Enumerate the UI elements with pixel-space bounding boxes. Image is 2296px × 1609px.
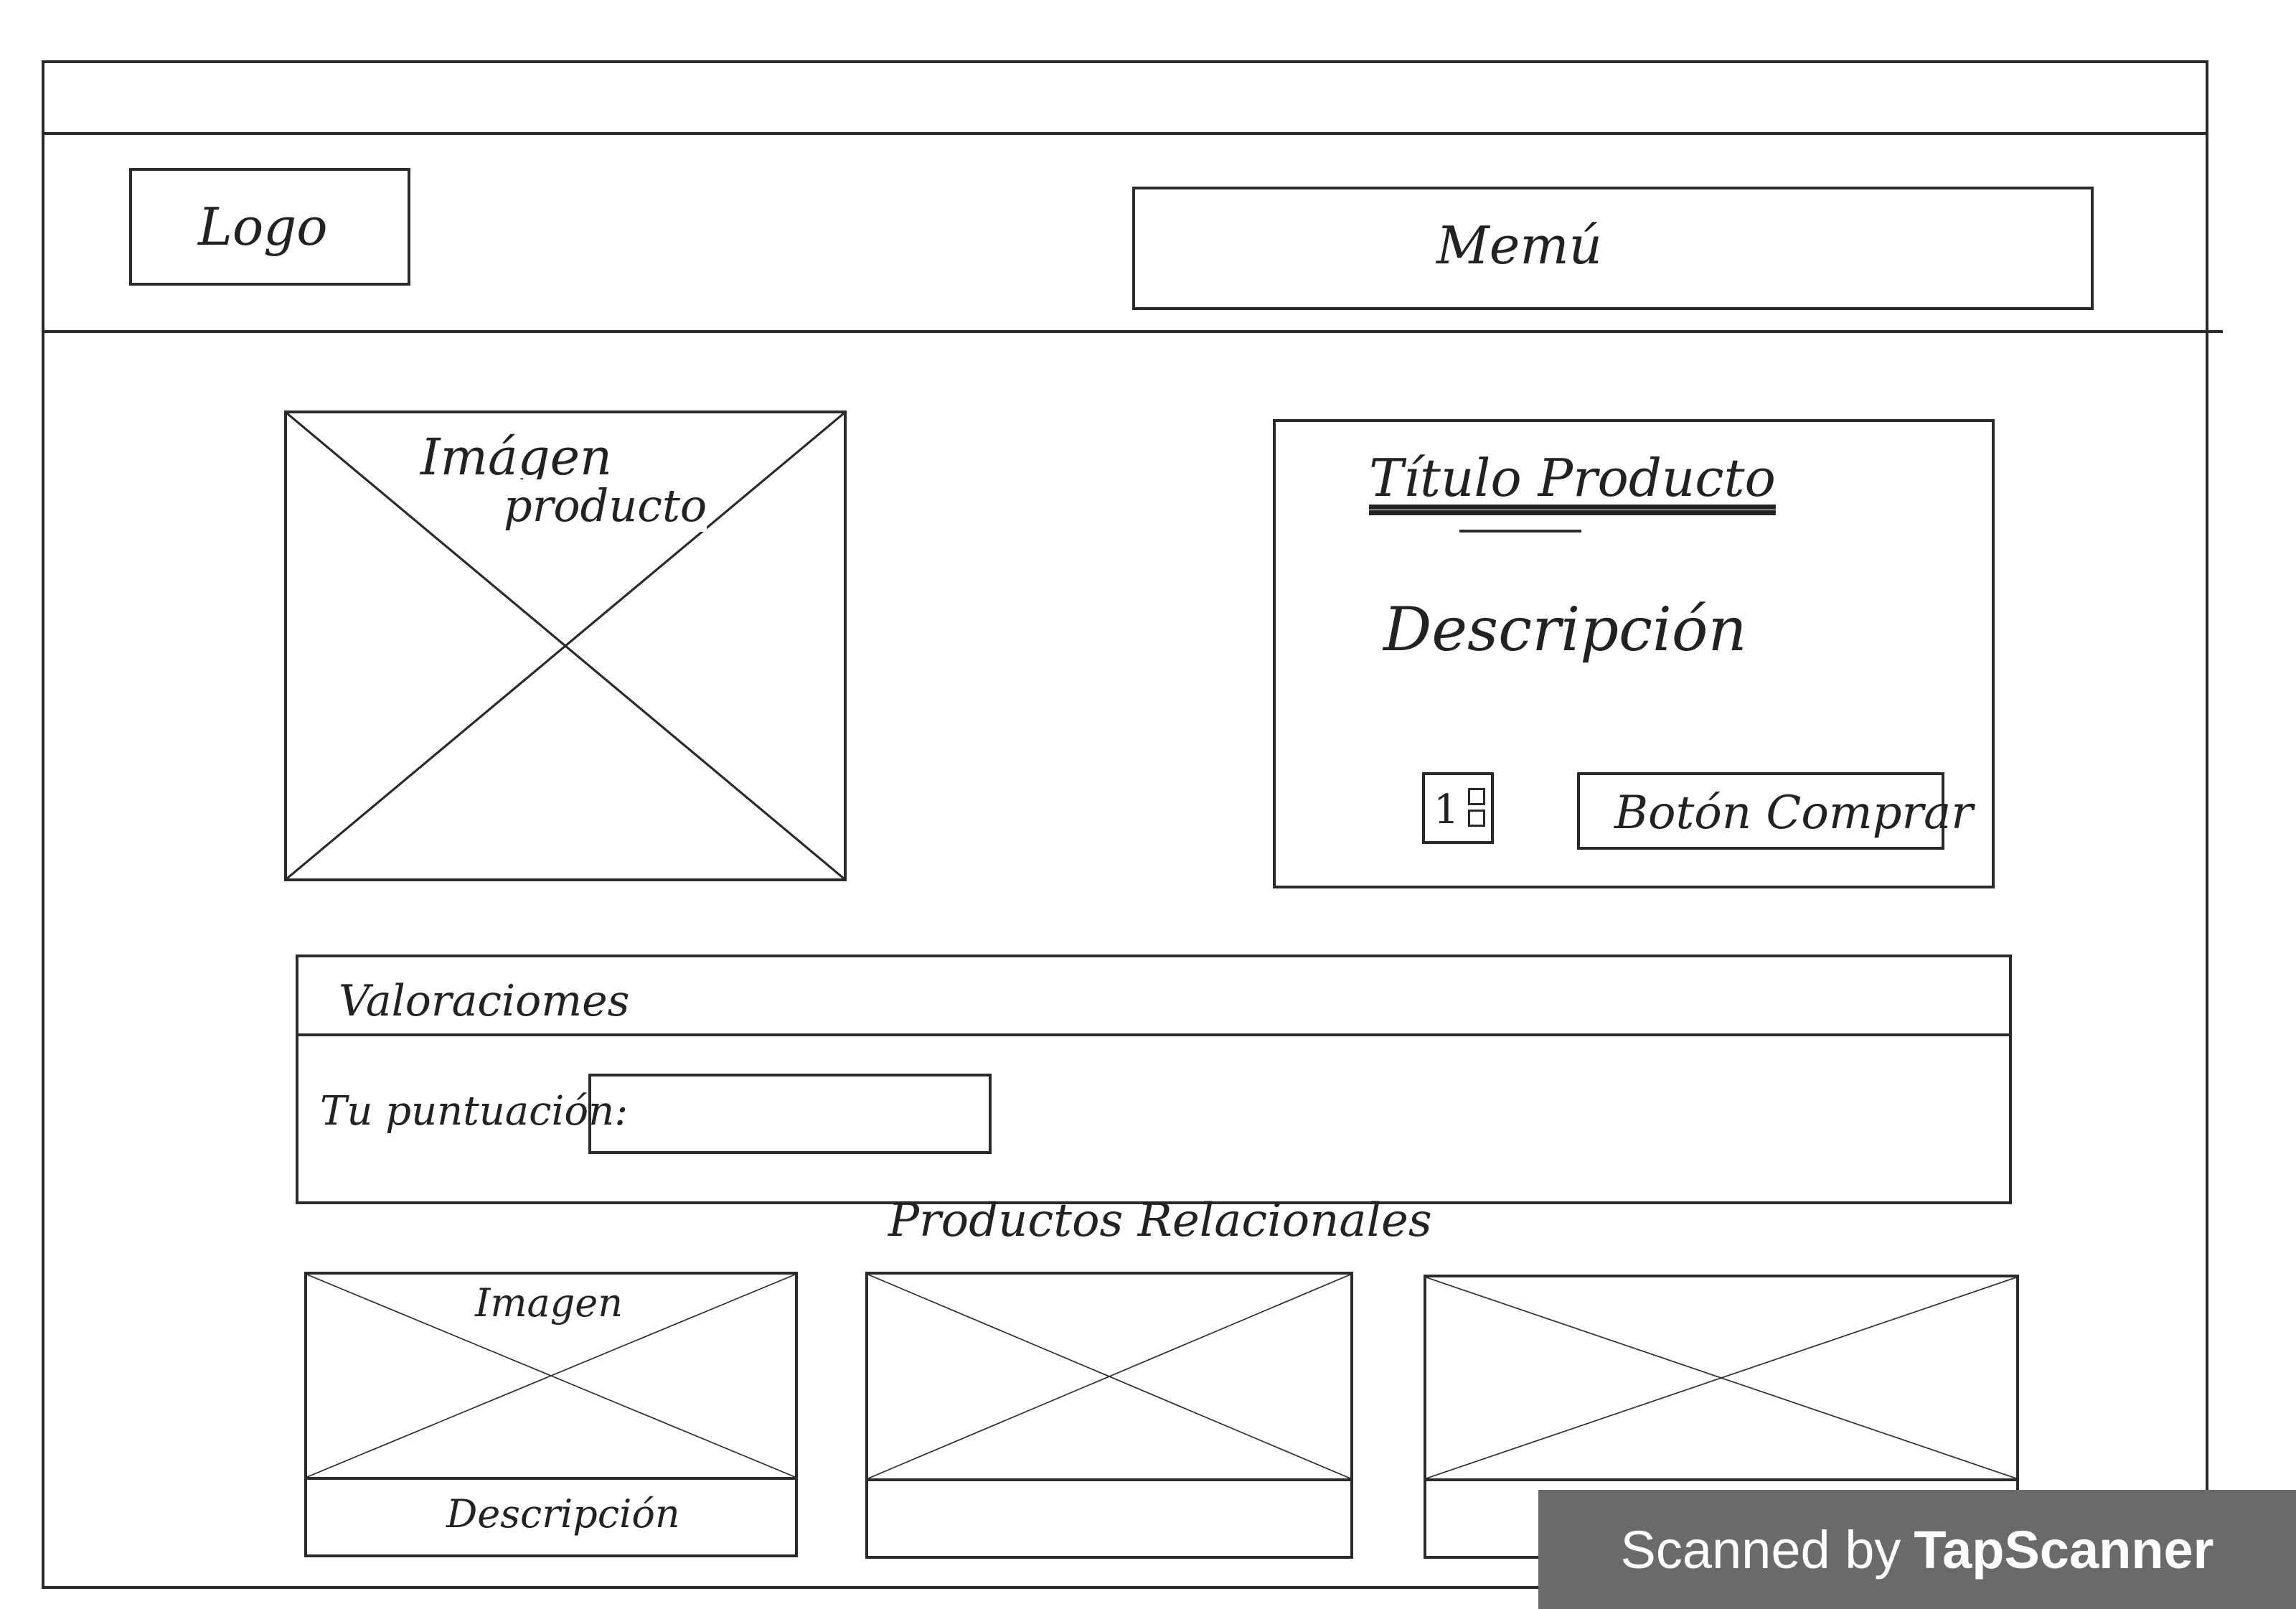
product-description: Descripción bbox=[1383, 594, 1747, 665]
product-image-label-line1: Imágen bbox=[420, 428, 613, 487]
watermark-brand: TapScanner bbox=[1914, 1519, 2214, 1580]
quantity-stepper[interactable]: 1 bbox=[1422, 772, 1494, 844]
ratings-divider bbox=[298, 1033, 2009, 1036]
related-product-image: Imagen bbox=[307, 1275, 795, 1477]
header-bottom-line bbox=[42, 330, 2223, 333]
card-divider bbox=[868, 1478, 1350, 1481]
scanner-watermark: Scanned by TapScanner bbox=[1538, 1490, 2296, 1609]
image-placeholder-icon bbox=[1426, 1277, 2016, 1478]
score-label: Tu puntuación: bbox=[320, 1088, 629, 1135]
product-image: Imágen producto bbox=[284, 411, 847, 881]
related-product-image bbox=[868, 1275, 1350, 1478]
watermark-prefix: Scanned by bbox=[1620, 1519, 1901, 1580]
related-product-card[interactable] bbox=[865, 1272, 1353, 1559]
ratings-header: Valoraciomes bbox=[339, 976, 630, 1026]
image-placeholder-icon bbox=[868, 1275, 1350, 1478]
related-product-image-label: Imagen bbox=[475, 1280, 624, 1326]
related-product-image bbox=[1426, 1277, 2016, 1478]
main-menu[interactable]: Memú bbox=[1132, 187, 2094, 310]
quantity-value: 1 bbox=[1434, 787, 1459, 833]
score-input[interactable] bbox=[588, 1074, 992, 1154]
title-underline bbox=[1459, 530, 1581, 533]
menu-label: Memú bbox=[1436, 215, 1602, 276]
card-divider bbox=[1426, 1478, 2016, 1481]
buy-button-label: Botón Comprar bbox=[1614, 787, 1973, 840]
product-image-label-line2: producto bbox=[504, 479, 707, 532]
header-top-line bbox=[42, 132, 2208, 135]
quantity-decrement-button[interactable] bbox=[1468, 810, 1485, 827]
related-product-description: Descripción bbox=[446, 1491, 680, 1537]
quantity-increment-button[interactable] bbox=[1468, 788, 1485, 805]
card-divider bbox=[307, 1477, 795, 1480]
ratings-section: Valoraciomes Tu puntuación: bbox=[296, 954, 2012, 1204]
related-product-card[interactable]: Imagen Descripción bbox=[304, 1272, 798, 1557]
logo[interactable]: Logo bbox=[129, 168, 410, 286]
product-info-panel: Título Producto Descripción 1 Botón Comp… bbox=[1273, 419, 1995, 888]
product-title: Título Producto bbox=[1369, 448, 1776, 508]
buy-button[interactable]: Botón Comprar bbox=[1577, 772, 1973, 850]
logo-label: Logo bbox=[198, 197, 328, 257]
related-products-title: Productos Relacionales bbox=[888, 1194, 1432, 1247]
